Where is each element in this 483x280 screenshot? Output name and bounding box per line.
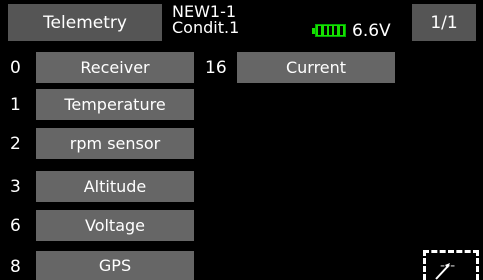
sensor-button-altitude[interactable]: Altitude <box>36 171 194 202</box>
slot-number: 6 <box>10 216 21 236</box>
header-bar: Telemetry NEW1-1 Condit.1 6.6V 1/1 <box>0 0 483 45</box>
page-indicator-button[interactable]: 1/1 <box>412 4 476 41</box>
battery-icon <box>312 24 346 37</box>
slot-number: 2 <box>10 134 21 154</box>
slot-number: 16 <box>205 58 227 78</box>
slot-number: 3 <box>10 177 21 197</box>
sensor-button-rpm[interactable]: rpm sensor <box>36 128 194 159</box>
sensor-button-gps[interactable]: GPS <box>36 251 194 280</box>
slot-number: 1 <box>10 95 21 115</box>
voltage-readout: 6.6V <box>352 21 391 41</box>
slot-number: 0 <box>10 58 21 78</box>
sensor-button-current[interactable]: Current <box>237 52 395 83</box>
telemetry-title-button[interactable]: Telemetry <box>8 4 162 41</box>
sensor-button-temperature[interactable]: Temperature <box>36 89 194 120</box>
pointer-arrow-icon <box>435 263 450 280</box>
sensor-button-voltage[interactable]: Voltage <box>36 210 194 241</box>
condition-name: Condit.1 <box>172 18 240 37</box>
model-info: NEW1-1 Condit.1 <box>172 4 239 36</box>
slot-number: 8 <box>10 257 21 277</box>
sensor-button-receiver[interactable]: Receiver <box>36 52 194 83</box>
